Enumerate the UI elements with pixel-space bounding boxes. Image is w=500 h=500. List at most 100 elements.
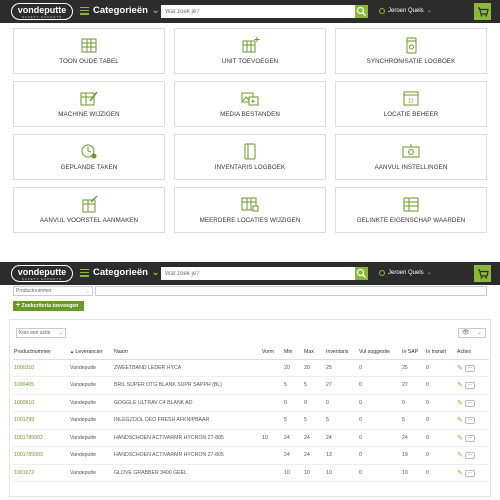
- table-cell: 0: [401, 394, 425, 412]
- tile-geplande-taken[interactable]: GEPLANDE TAKEN: [13, 134, 165, 180]
- edit-icon[interactable]: ✎: [457, 452, 463, 459]
- more-options-button[interactable]: ···: [464, 434, 475, 442]
- tile-inventaris-logboek[interactable]: INVENTARIS LOGBOEK: [174, 134, 326, 180]
- table-cell: GOGGLE ULTRAV C4 BLANK AD: [113, 394, 261, 412]
- table-cell: [261, 446, 283, 465]
- more-options-button[interactable]: ···: [464, 382, 475, 390]
- col-max[interactable]: Max: [303, 345, 325, 360]
- col-leverancier[interactable]: ▲ Leverancier: [69, 345, 113, 360]
- table-row[interactable]: 1000610 Vandeputte GOGGLE ULTRAV C4 BLANK …: [13, 394, 489, 412]
- table-cell: 0: [425, 429, 456, 447]
- table-cell[interactable]: 1000310: [13, 359, 69, 377]
- more-options-button[interactable]: ···: [464, 417, 475, 425]
- table-cell[interactable]: 1000405: [13, 376, 69, 395]
- table-cell: Vandeputte: [69, 464, 113, 482]
- table-cell: 0: [425, 446, 456, 465]
- table-cell: 0: [425, 376, 456, 395]
- col-productnummer[interactable]: Productnummer: [13, 345, 69, 360]
- chevron-down-icon: ⌄: [426, 8, 432, 14]
- table-cell[interactable]: 1001672: [13, 464, 69, 482]
- col-min[interactable]: Min: [283, 345, 303, 360]
- table-cell: 10: [283, 464, 303, 482]
- col-in-transit[interactable]: In transit: [425, 345, 456, 360]
- table-row[interactable]: 1001785003 Vandeputte HANDSCHOEN ACTIVARMR…: [13, 446, 489, 465]
- row-actions: ✎ ···: [456, 464, 489, 482]
- col-vul-suggestie[interactable]: Vul suggestie: [358, 345, 401, 360]
- table-row[interactable]: 1000310 Vandeputte ZWEETBAND LEDER HYCA 20 2…: [13, 359, 489, 377]
- cart-button[interactable]: [474, 3, 491, 20]
- search-input[interactable]: [161, 5, 355, 18]
- search-button[interactable]: [355, 267, 368, 280]
- tile-gelinkte-eigenschap-waarden[interactable]: GELINKTE EIGENSCHAP WAARDEN: [335, 187, 487, 233]
- table-cell: 0: [425, 359, 456, 377]
- table-cell: BRIL SUPER OTG BLANK SUPR SAPPH (BL): [113, 376, 261, 395]
- table-cell: 10: [325, 464, 358, 482]
- edit-icon[interactable]: ✎: [457, 400, 463, 407]
- svg-text:12: 12: [408, 99, 414, 105]
- table-cell: 25: [325, 359, 358, 377]
- col-naam[interactable]: Naam: [113, 345, 261, 360]
- table-row[interactable]: 1001799 Vandeputte INLEGZOOL DEO FRESH AFK…: [13, 411, 489, 430]
- table-cell[interactable]: 1001799: [13, 411, 69, 430]
- more-options-button[interactable]: ···: [464, 364, 475, 372]
- media-icon: [241, 92, 259, 106]
- table-cell[interactable]: 1001785003: [13, 446, 69, 465]
- col-acties: Acties: [456, 345, 489, 360]
- tile-locatie-beheer[interactable]: 12 LOCATIE BEHEER: [335, 81, 487, 127]
- edit-icon[interactable]: ✎: [457, 470, 463, 477]
- categories-menu[interactable]: Categorieën ⌄: [80, 267, 159, 278]
- table-cell: HANDSCHOEN ACTIVARMR HYCRON 27-805: [113, 446, 261, 465]
- table-cell: INLEGZOOL DEO FRESH AFKNIPBAAR: [113, 411, 261, 430]
- table-cell: 0: [283, 394, 303, 412]
- table-cell: 0: [358, 411, 401, 430]
- row-actions: ✎ ···: [456, 376, 489, 395]
- table-cell: 24: [401, 429, 425, 447]
- table-row[interactable]: 1001672 Vandeputte GLOVE GRABBER 3400 GEEL…: [13, 464, 489, 482]
- tile-aanvul-instellingen[interactable]: AANVUL INSTELLINGEN: [335, 134, 487, 180]
- column-visibility-button[interactable]: 👁 ⌄: [458, 328, 486, 338]
- col-vorm[interactable]: Vorm: [261, 345, 283, 360]
- table-cell[interactable]: 1001785002: [13, 429, 69, 447]
- filter-value-input[interactable]: [95, 286, 487, 296]
- edit-icon[interactable]: ✎: [457, 365, 463, 372]
- categories-label: Categorieën: [93, 267, 148, 278]
- tile-unit-toevoegen[interactable]: UNIT TOEVOEGEN: [174, 28, 326, 74]
- table-cell: 5: [283, 411, 303, 430]
- table-cell: ZWEETBAND LEDER HYCA: [113, 359, 261, 377]
- categories-menu[interactable]: Categorieën ⌄: [80, 5, 159, 16]
- tile-machine-wijzigen[interactable]: MACHINE WIJZIGEN: [13, 81, 165, 127]
- tile-aanvul-voorstel-aanmaken[interactable]: AANVUL VOORSTEL AANMAKEN: [13, 187, 165, 233]
- user-menu[interactable]: Jeroen Quels ⌄: [379, 7, 432, 14]
- chevron-down-icon: ⌄: [85, 288, 90, 294]
- bulk-action-select[interactable]: Kies een actie ⌄: [16, 328, 66, 338]
- sync-log-icon: [406, 37, 417, 54]
- cart-button[interactable]: [474, 265, 491, 282]
- tile-meerdere-locaties-wijzigen[interactable]: MEERDERE LOCATIES WIJZIGEN: [174, 187, 326, 233]
- search-input[interactable]: [161, 267, 355, 280]
- top-navigation-bar-2: vondeputteSAFETY EXPERTS Categorieën ⌄ J…: [0, 262, 500, 285]
- col-inventaris[interactable]: Inventaris: [325, 345, 358, 360]
- vandeputte-logo[interactable]: vondeputte SAFETY EXPERTS: [11, 265, 73, 282]
- table-cell: GLOVE GRABBER 3400 GEEL: [113, 464, 261, 482]
- table-row[interactable]: 1000405 Vandeputte BRIL SUPER OTG BLANK SU…: [13, 376, 489, 395]
- tile-synchronisatie-logboek[interactable]: SYNCHRONISATIE LOGBOEK: [335, 28, 487, 74]
- add-search-criteria-button[interactable]: + Zoekcriteria toevoegen: [13, 301, 84, 311]
- edit-icon[interactable]: ✎: [457, 417, 463, 424]
- tile-toon-oude-tabel[interactable]: TOON OUDE TABEL: [13, 28, 165, 74]
- table-row[interactable]: 1001785002 Vandeputte HANDSCHOEN ACTIVARMR…: [13, 429, 489, 447]
- search-button[interactable]: [355, 5, 368, 18]
- more-options-button[interactable]: ···: [464, 452, 475, 460]
- edit-icon[interactable]: ✎: [457, 382, 463, 389]
- more-options-button[interactable]: ···: [464, 469, 475, 477]
- edit-icon[interactable]: ✎: [457, 435, 463, 442]
- row-actions: ✎ ···: [456, 429, 489, 447]
- table-cell: 24: [283, 429, 303, 447]
- table-cell[interactable]: 1000610: [13, 394, 69, 412]
- vandeputte-logo[interactable]: vondeputte SAFETY EXPERTS: [11, 3, 73, 20]
- user-menu[interactable]: Jeroen Quels ⌄: [379, 269, 432, 276]
- filter-field-select[interactable]: Productnummer ⌄: [13, 286, 93, 296]
- user-icon: [379, 7, 385, 14]
- tile-media-bestanden[interactable]: MEDIA BESTANDEN: [174, 81, 326, 127]
- col-in-sap[interactable]: In SAP: [401, 345, 425, 360]
- more-options-button[interactable]: ···: [464, 399, 475, 407]
